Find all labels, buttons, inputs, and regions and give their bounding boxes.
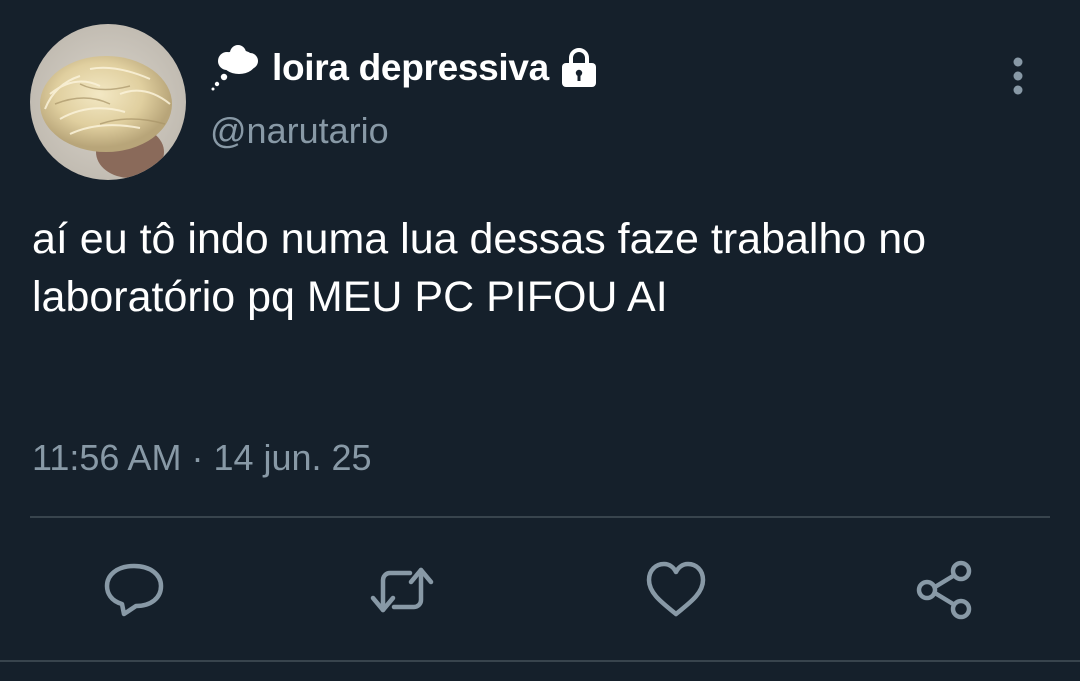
avatar[interactable] bbox=[30, 24, 186, 180]
timestamp-separator: · bbox=[181, 437, 214, 478]
divider bbox=[30, 516, 1050, 518]
avatar-image bbox=[30, 24, 186, 180]
user-handle[interactable]: @narutario bbox=[210, 110, 389, 152]
bottom-divider bbox=[0, 660, 1080, 662]
thought-balloon-icon bbox=[211, 45, 258, 91]
tweet-card: loira depressiva @narutario aí eu tô ind… bbox=[0, 0, 1080, 681]
like-button[interactable] bbox=[644, 558, 708, 622]
user-name-row[interactable]: loira depressiva bbox=[210, 44, 601, 92]
retweet-button[interactable] bbox=[370, 558, 434, 622]
share-button[interactable] bbox=[912, 558, 976, 622]
like-icon bbox=[646, 561, 706, 617]
tweet-date[interactable]: 14 jun. 25 bbox=[213, 437, 371, 478]
tweet-time[interactable]: 11:56 AM bbox=[32, 437, 181, 478]
tweet-timestamp: 11:56 AM · 14 jun. 25 bbox=[32, 437, 372, 479]
lock-icon bbox=[561, 48, 596, 87]
tweet-text: aí eu tô indo numa lua dessas faze traba… bbox=[32, 215, 927, 321]
more-options-icon[interactable] bbox=[1000, 52, 1036, 100]
reply-button[interactable] bbox=[102, 558, 166, 622]
display-name: loira depressiva bbox=[272, 47, 549, 88]
share-icon bbox=[916, 560, 972, 620]
reply-icon bbox=[104, 563, 164, 617]
retweet-icon bbox=[370, 567, 434, 613]
